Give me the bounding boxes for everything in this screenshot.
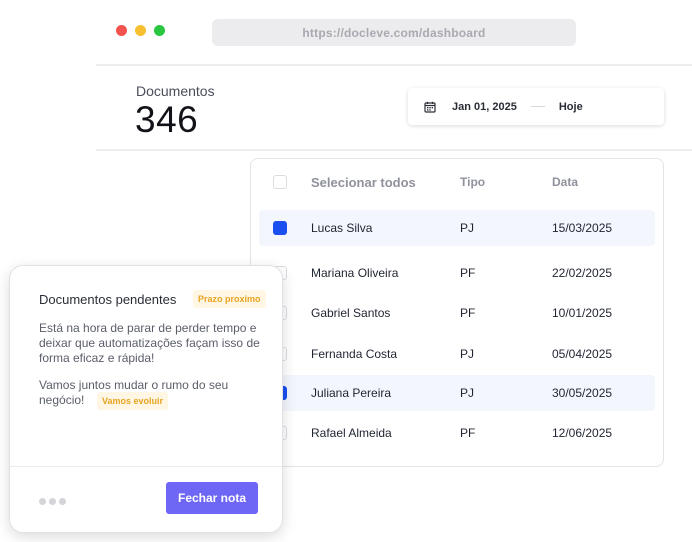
row-name: Rafael Almeida: [311, 426, 392, 440]
evolve-badge: Vamos evoluir: [97, 392, 169, 410]
window-minimize-dot[interactable]: [135, 25, 146, 36]
row-date: 15/03/2025: [552, 221, 613, 235]
documents-label: Documentos: [136, 83, 215, 99]
row-checkbox[interactable]: [273, 221, 287, 235]
pager-dot[interactable]: [59, 498, 66, 505]
header-divider-top: [96, 64, 692, 66]
date-range-picker[interactable]: Jan 01, 2025 Hoje: [408, 88, 664, 125]
row-name: Lucas Silva: [311, 221, 373, 235]
note-paragraph: Está na hora de parar de perder tempo e …: [39, 321, 260, 365]
table-row[interactable]: Lucas Silva PJ 15/03/2025: [259, 210, 655, 246]
documents-count: 346: [135, 99, 199, 140]
note-divider: [10, 466, 282, 467]
row-name: Juliana Pereira: [311, 386, 392, 400]
row-type: PF: [460, 266, 476, 280]
deadline-badge: Prazo proximo: [193, 290, 266, 308]
table-header-row: Selecionar todos Tipo Data: [259, 164, 655, 200]
table-row[interactable]: Juliana Pereira PJ 30/05/2025: [259, 375, 655, 411]
row-date: 30/05/2025: [552, 386, 613, 400]
window-close-dot[interactable]: [116, 25, 127, 36]
date-range-end: Hoje: [558, 100, 583, 113]
close-note-button[interactable]: Fechar nota: [166, 482, 258, 514]
table-row[interactable]: Gabriel Santos PF 10/01/2025: [259, 295, 655, 331]
table-row[interactable]: Fernanda Costa PJ 05/04/2025: [259, 336, 655, 372]
row-type: PF: [460, 426, 476, 440]
row-type: PF: [460, 306, 476, 320]
column-header-date[interactable]: Data: [552, 175, 578, 189]
date-range-start: Jan 01, 2025: [452, 100, 517, 113]
header-divider-bottom: [96, 149, 692, 151]
row-name: Gabriel Santos: [311, 306, 391, 320]
url-bar[interactable]: https://docleve.com/dashboard: [212, 19, 576, 46]
row-date: 05/04/2025: [552, 347, 613, 361]
window-maximize-dot[interactable]: [154, 25, 165, 36]
date-range-separator: [530, 106, 545, 107]
row-name: Fernanda Costa: [311, 347, 398, 361]
table-row[interactable]: Rafael Almeida PF 12/06/2025: [259, 415, 655, 451]
note-pager-dots[interactable]: [39, 498, 66, 505]
select-all-checkbox[interactable]: [273, 175, 287, 189]
documents-table: Selecionar todos Tipo Data Lucas Silva P…: [250, 158, 664, 467]
row-type: PJ: [460, 221, 475, 235]
table-row[interactable]: Mariana Oliveira PF 22/02/2025: [259, 255, 655, 291]
column-header-type[interactable]: Tipo: [460, 175, 485, 189]
row-date: 12/06/2025: [552, 426, 613, 440]
row-date: 10/01/2025: [552, 306, 613, 320]
calendar-icon: [424, 101, 436, 113]
pager-dot[interactable]: [39, 498, 46, 505]
row-type: PJ: [460, 347, 475, 361]
note-title: Documentos pendentes: [39, 292, 177, 307]
pending-documents-note: Documentos pendentes Prazo proximo Está …: [9, 265, 283, 533]
row-type: PJ: [460, 386, 475, 400]
row-date: 22/02/2025: [552, 266, 613, 280]
pager-dot[interactable]: [49, 498, 56, 505]
row-name: Mariana Oliveira: [311, 266, 399, 280]
select-all-label[interactable]: Selecionar todos: [311, 175, 416, 190]
